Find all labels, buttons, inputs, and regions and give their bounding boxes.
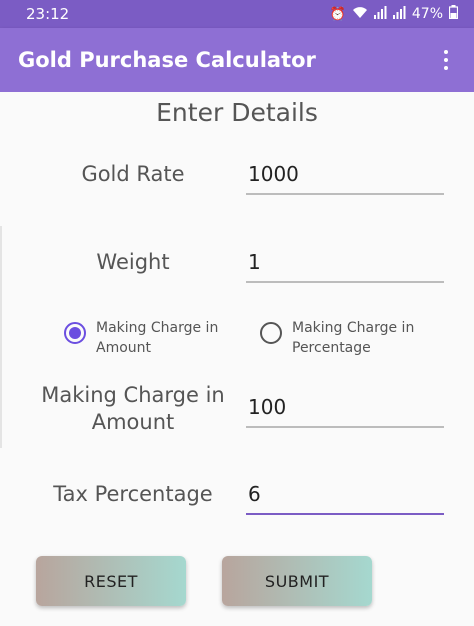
signal-icon	[373, 5, 387, 23]
weight-label: Weight	[96, 250, 170, 274]
submit-button[interactable]: SUBMIT	[222, 556, 372, 606]
status-icons: ⏰ 47%	[329, 5, 459, 23]
radio-percentage-label: Making Charge in Percentage	[292, 320, 415, 356]
tax-percentage-label: Tax Percentage	[53, 482, 213, 506]
alarm-icon: ⏰	[329, 6, 346, 22]
battery-icon	[448, 5, 459, 23]
making-charge-label: Making Charge in Amount	[41, 383, 225, 434]
radio-amount-label: Making Charge in Amount	[96, 320, 219, 356]
battery-text: 47%	[411, 6, 443, 22]
reset-button[interactable]: RESET	[36, 556, 186, 606]
making-charge-input[interactable]: 100	[246, 388, 444, 428]
gold-rate-label: Gold Rate	[81, 162, 185, 186]
wifi-icon	[352, 6, 368, 23]
radio-unchecked-icon[interactable]	[260, 322, 282, 344]
signal-icon	[392, 5, 406, 23]
weight-input[interactable]: 1	[246, 243, 444, 283]
tax-percentage-input[interactable]: 6	[246, 475, 444, 515]
edge-divider	[0, 226, 2, 448]
status-time: 23:12	[26, 5, 70, 23]
overflow-menu-icon[interactable]	[434, 46, 458, 74]
radio-making-charge-amount[interactable]: Making Charge in Amount	[64, 318, 236, 358]
app-bar: Gold Purchase Calculator	[0, 28, 474, 92]
radio-making-charge-percentage[interactable]: Making Charge in Percentage	[260, 318, 432, 358]
form-heading: Enter Details	[156, 98, 318, 127]
status-bar: 23:12 ⏰ 47%	[0, 0, 474, 28]
radio-checked-icon[interactable]	[64, 322, 86, 344]
gold-rate-input[interactable]: 1000	[246, 155, 444, 195]
app-title: Gold Purchase Calculator	[18, 48, 316, 72]
